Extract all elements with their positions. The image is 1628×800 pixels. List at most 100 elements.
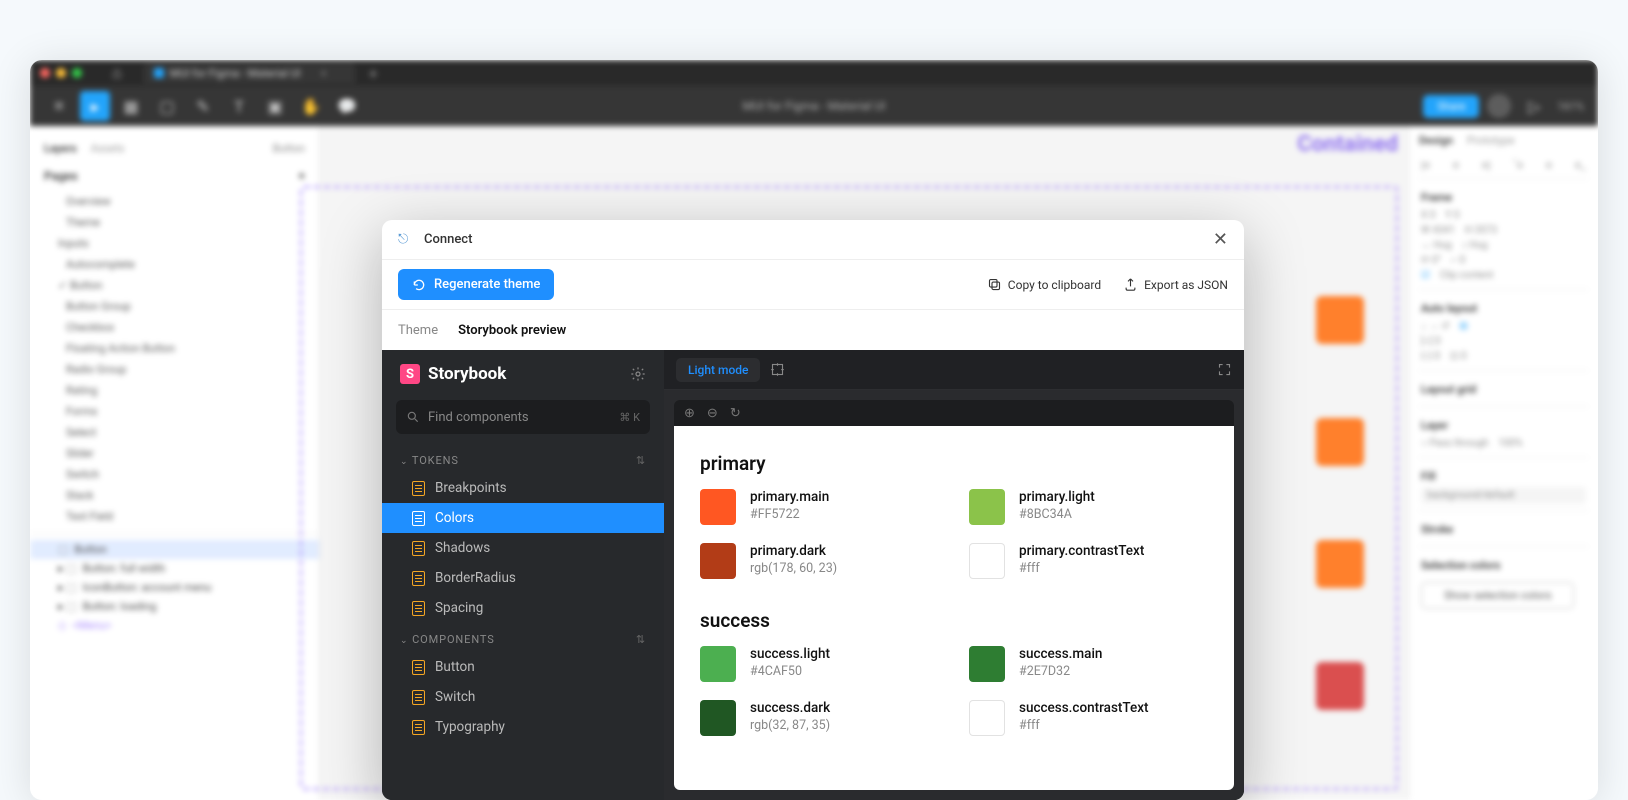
canvas-chip xyxy=(1316,662,1364,710)
page-dropdown[interactable]: Button xyxy=(273,142,305,155)
item-textfield[interactable]: Text Field xyxy=(30,506,319,527)
item-checkbox[interactable]: Checkbox xyxy=(30,317,319,338)
storybook-topbar: Light mode xyxy=(664,350,1244,390)
avatar[interactable] xyxy=(1487,94,1511,118)
align-left-icon[interactable]: |≡ xyxy=(1421,159,1430,172)
export-json-button[interactable]: Export as JSON xyxy=(1123,277,1228,292)
layer-button[interactable]: ⬚Button xyxy=(30,540,319,559)
frame-tool-icon[interactable]: ▦ xyxy=(116,91,146,121)
item-autocomplete[interactable]: Autocomplete xyxy=(30,254,319,275)
item-stack[interactable]: Stack xyxy=(30,485,319,506)
page-inputs[interactable]: Inputs xyxy=(30,233,319,254)
canvas-toolbar: ⊕ ⊖ ↻ xyxy=(674,400,1234,426)
page-theme[interactable]: Theme xyxy=(30,212,319,233)
zoom-out-icon[interactable]: ⊖ xyxy=(707,406,718,421)
find-components-input[interactable]: Find components ⌘ K xyxy=(396,400,650,434)
color-swatch xyxy=(700,646,736,682)
move-tool-icon[interactable]: ▸ xyxy=(80,91,110,121)
item-rating[interactable]: Rating xyxy=(30,380,319,401)
item-button[interactable]: ✓ Button xyxy=(30,275,319,296)
item-buttongroup[interactable]: Button Group xyxy=(30,296,319,317)
page-overview[interactable]: Overview xyxy=(30,191,319,212)
pen-tool-icon[interactable]: ✎ xyxy=(188,91,218,121)
fullscreen-icon[interactable] xyxy=(1217,362,1232,377)
color-swatch-row: primary.main#FF5722 xyxy=(700,489,939,525)
share-button[interactable]: Share xyxy=(1423,95,1479,118)
window-min-icon[interactable] xyxy=(56,68,66,78)
color-value: #fff xyxy=(1019,561,1144,576)
assets-tab[interactable]: Assets xyxy=(91,142,125,155)
add-page-icon[interactable]: + xyxy=(298,169,305,183)
tab-theme[interactable]: Theme xyxy=(398,323,438,338)
document-icon xyxy=(412,660,425,675)
storybook-main: Light mode ⊕ ⊖ ↻ primarypri xyxy=(664,350,1244,800)
light-mode-toggle[interactable]: Light mode xyxy=(676,358,760,382)
color-group-title: primary xyxy=(700,452,1208,475)
viewport-icon[interactable] xyxy=(770,362,785,377)
align-vcenter-icon[interactable]: ≡ xyxy=(1546,159,1552,172)
layer-iconbutton[interactable]: ▸ ⬚IconButton: account menu xyxy=(30,578,319,597)
menu-icon[interactable]: ≡ xyxy=(44,91,74,121)
collapse-icon[interactable]: ⇅ xyxy=(636,633,646,646)
item-forms[interactable]: Forms xyxy=(30,401,319,422)
close-icon[interactable]: ✕ xyxy=(1213,229,1228,250)
sidebar-item-colors[interactable]: Colors xyxy=(382,503,664,533)
figma-window: ⌂ MUI for Figma - Material UI × + ≡ ▸ ▦ … xyxy=(30,60,1598,800)
color-swatch xyxy=(969,543,1005,579)
home-icon[interactable]: ⌂ xyxy=(112,63,122,83)
document-icon xyxy=(412,541,425,556)
color-name: primary.light xyxy=(1019,489,1095,505)
gear-icon[interactable] xyxy=(630,366,646,382)
document-icon xyxy=(412,511,425,526)
shape-tool-icon[interactable]: ▢ xyxy=(152,91,182,121)
connect-panel: ⎋ Connect ✕ Regenerate theme Copy to cli… xyxy=(382,220,1244,800)
sidebar-item-borderradius[interactable]: BorderRadius xyxy=(382,563,664,593)
color-swatch xyxy=(700,489,736,525)
sidebar-item-button[interactable]: Button xyxy=(382,652,664,682)
components-section-header[interactable]: ⌄ COMPONENTS ⇅ xyxy=(382,623,664,652)
align-hcenter-icon[interactable]: ≡ xyxy=(1453,159,1459,172)
design-tab[interactable]: Design xyxy=(1419,134,1453,147)
storybook-logo: S Storybook xyxy=(400,364,506,384)
regenerate-theme-button[interactable]: Regenerate theme xyxy=(398,269,554,300)
item-select[interactable]: Select xyxy=(30,422,319,443)
layer-menu[interactable]: ◇<Menu> xyxy=(30,616,319,635)
present-icon[interactable]: ▷ xyxy=(1519,91,1549,121)
prototype-tab[interactable]: Prototype xyxy=(1467,134,1514,147)
layer-button-loading[interactable]: ▸ ⬚Button: loading xyxy=(30,597,319,616)
zoom-level[interactable]: 161% xyxy=(1557,100,1584,113)
window-max-icon[interactable] xyxy=(72,68,82,78)
show-selection-colors-button[interactable]: Show selection colors xyxy=(1421,582,1574,609)
sidebar-item-spacing[interactable]: Spacing xyxy=(382,593,664,623)
window-close-icon[interactable] xyxy=(40,68,50,78)
zoom-in-icon[interactable]: ⊕ xyxy=(684,406,695,421)
resources-icon[interactable]: ▣ xyxy=(260,91,290,121)
collapse-icon[interactable]: ⇅ xyxy=(636,454,646,467)
hand-tool-icon[interactable]: ✋ xyxy=(296,91,326,121)
sidebar-item-breakpoints[interactable]: Breakpoints xyxy=(382,473,664,503)
tab-storybook-preview[interactable]: Storybook preview xyxy=(458,323,566,338)
item-slider[interactable]: Slider xyxy=(30,443,319,464)
align-bottom-icon[interactable]: ≡_ xyxy=(1575,159,1586,172)
tab-close-icon[interactable]: × xyxy=(321,67,327,80)
titlebar: ⌂ MUI for Figma - Material UI × + xyxy=(30,60,1598,86)
sidebar-item-shadows[interactable]: Shadows xyxy=(382,533,664,563)
align-top-icon[interactable]: ‾≡ xyxy=(1513,159,1523,172)
zoom-reset-icon[interactable]: ↻ xyxy=(730,406,741,421)
item-fab[interactable]: Floating Action Button xyxy=(30,338,319,359)
align-right-icon[interactable]: ≡| xyxy=(1482,159,1491,172)
item-switch[interactable]: Switch xyxy=(30,464,319,485)
comment-tool-icon[interactable]: 💬 xyxy=(332,91,362,121)
sidebar-item-typography[interactable]: Typography xyxy=(382,712,664,742)
item-radio[interactable]: Radio Group xyxy=(30,359,319,380)
layers-tab[interactable]: Layers xyxy=(44,142,77,155)
canvas-chip xyxy=(1316,296,1364,344)
document-tab[interactable]: MUI for Figma - Material UI × xyxy=(144,63,355,84)
new-tab-icon[interactable]: + xyxy=(369,64,378,83)
copy-to-clipboard-button[interactable]: Copy to clipboard xyxy=(987,277,1101,292)
sidebar-item-switch[interactable]: Switch xyxy=(382,682,664,712)
layer-button-full[interactable]: ▸ ⬚Button: full width xyxy=(30,559,319,578)
text-tool-icon[interactable]: T xyxy=(224,91,254,121)
color-swatch-row: success.darkrgb(32, 87, 35) xyxy=(700,700,939,736)
tokens-section-header[interactable]: ⌄ TOKENS ⇅ xyxy=(382,444,664,473)
